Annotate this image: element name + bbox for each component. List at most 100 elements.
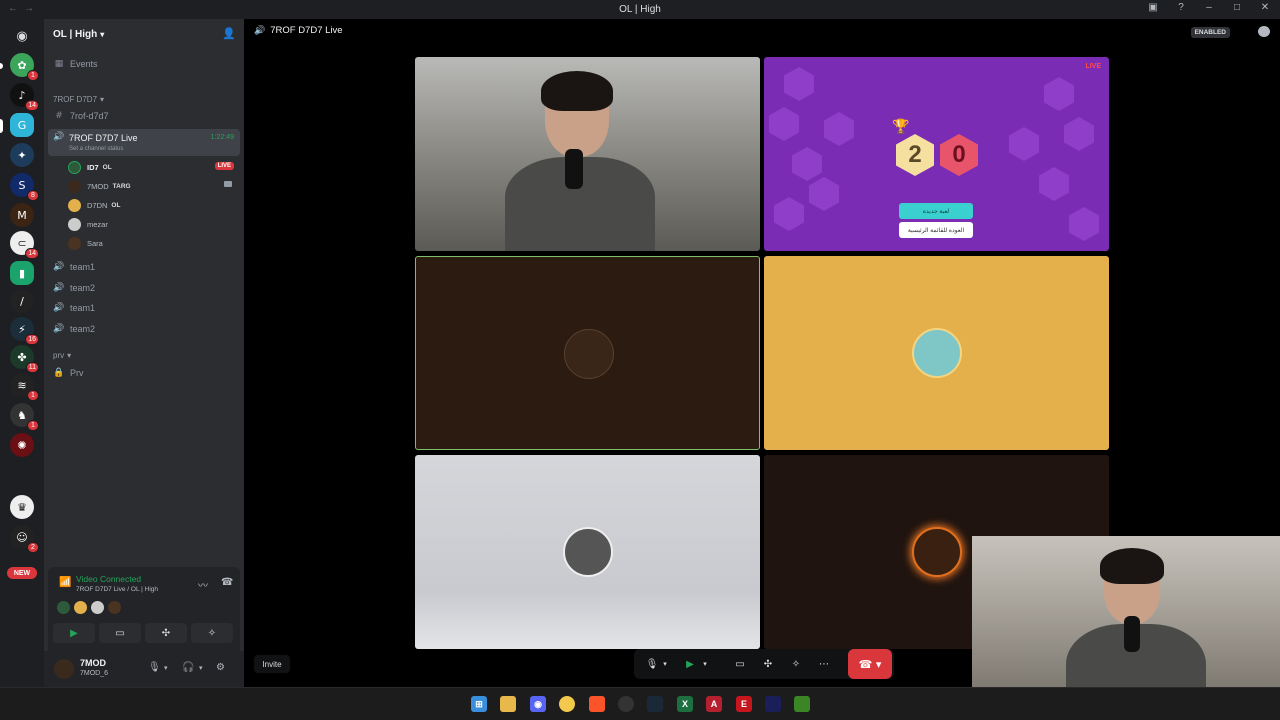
server-icon[interactable]: ✤ 11 [10,345,39,373]
server-icon[interactable]: ♛ [10,495,34,519]
file-explorer-icon[interactable] [500,696,516,712]
mention-badge: 11 [25,362,39,373]
minimize-icon[interactable]: – [1202,2,1216,13]
screenshare-icon[interactable]: ▭ [732,655,748,673]
avatar [68,236,81,250]
mention-badge: 1 [27,70,39,81]
brave-icon[interactable] [589,696,605,712]
avatar[interactable] [54,659,74,679]
more-options-icon[interactable]: ⋯ [816,655,832,673]
chevron-down-icon[interactable]: ▾ [700,655,710,673]
video-tile[interactable] [415,57,760,251]
text-channel[interactable]: #7rof-d7d7 [48,111,240,121]
app-icon[interactable] [559,696,575,712]
voice-user[interactable]: Sara [68,234,238,252]
category-header[interactable]: prv ▾ [53,351,245,360]
help-icon[interactable]: ? [1174,2,1188,13]
chat-icon[interactable] [1258,26,1270,37]
discord-home-icon[interactable]: ◉ [10,24,34,48]
close-icon[interactable]: ✕ [1258,2,1272,13]
disconnect-icon[interactable]: ☎ [221,577,233,588]
events-item[interactable]: ▦ Events [48,59,240,69]
server-icon[interactable]: ✦ [10,143,34,167]
start-icon[interactable]: ⊞ [471,696,487,712]
server-icon[interactable]: ⚡ 16 [10,317,39,345]
voice-user[interactable]: mezar [68,215,238,233]
server-icon[interactable]: ♪ 14 [10,83,39,111]
server-icon[interactable]: S8 [10,173,39,201]
video-tile[interactable] [415,455,760,649]
app-icon[interactable] [618,696,634,712]
server-icon[interactable]: ⊂ 14 [10,231,39,259]
excel-icon[interactable]: X [677,696,693,712]
microphone-icon[interactable]: 🎙 [644,655,660,673]
app-icon[interactable] [765,696,781,712]
screenshare-button[interactable]: ▭ [99,623,141,643]
voice-user[interactable]: 7MOD TARG [68,177,238,195]
server-icon[interactable]: ☺ 2 [10,525,39,553]
voice-channel[interactable]: 🔊 team2 [48,324,240,334]
discord-icon[interactable]: ◉ [530,696,546,712]
camera-icon[interactable]: ▶ [682,655,698,673]
server-header[interactable]: OL | High ▾ 👤 [44,19,244,49]
invite-button[interactable]: Invite [254,655,290,673]
video-tile[interactable] [764,256,1109,450]
server-name: OL | High [53,28,98,40]
user-tag: TARG [112,182,131,190]
chevron-down-icon[interactable]: ▾ [199,664,203,672]
headphones-icon[interactable]: 🎧 [182,662,194,673]
avatar [912,527,962,577]
connection-channel[interactable]: 7ROF D7D7 Live / OL | High [76,586,158,593]
server-icon[interactable]: M [10,203,34,227]
server-folder-icon[interactable]: ▮ [10,261,34,285]
voice-channel[interactable]: 🔊 team1 [48,303,240,313]
soundboard-button[interactable]: ✧ [191,623,233,643]
steam-icon[interactable] [647,696,663,712]
user-name: 7MOD [87,181,109,191]
chevron-down-icon[interactable]: ▾ [164,664,168,672]
mention-badge: 14 [25,100,39,111]
minecraft-icon[interactable] [794,696,810,712]
speaker-icon: 🔊 [254,26,266,36]
main-menu-button[interactable]: العودة للقائمة الرئيسية [899,222,973,238]
speaker-icon: 🔊 [53,132,65,142]
lock-icon: 🔒 [53,368,65,378]
voice-channel-active[interactable]: 🔊 7ROF D7D7 Live Set a channel status 1:… [48,129,240,156]
activities-button[interactable]: ✣ [145,623,187,643]
noise-suppression-icon[interactable]: 〰 [198,577,208,592]
voice-channel[interactable]: 🔊 team2 [48,283,240,293]
end-call-button[interactable]: ☎ ▾ [848,649,892,679]
settings-gear-icon[interactable]: ⚙ [216,662,225,673]
microphone-icon[interactable]: 🎙 [148,662,161,673]
channel-label: team1 [70,262,96,272]
avatar [563,527,613,577]
server-icon[interactable]: G [10,113,34,137]
activities-icon[interactable]: ✣ [760,655,776,673]
server-icon[interactable]: ✺ [10,433,34,457]
chevron-down-icon[interactable]: ▾ [660,655,670,673]
invite-people-icon[interactable]: 👤 [222,27,236,40]
camera-button[interactable]: ▶ [53,623,95,643]
voice-user[interactable]: D7DN OL [68,196,238,214]
app-icon[interactable]: A [706,696,722,712]
signal-icon[interactable]: 📶 [59,577,71,588]
category-header[interactable]: 7ROF D7D7 ▾ [53,95,245,104]
app-icon[interactable]: E [736,696,752,712]
stream-tile[interactable]: LIVE 🏆 2 0 لعبة جديدة العودة للقائمة الر… [764,57,1109,251]
voice-user[interactable]: ID7 OL LIVE [68,158,238,176]
channel-label: Prv [70,368,84,378]
maximize-icon[interactable]: □ [1230,2,1244,13]
server-icon[interactable]: ≋ 1 [10,373,39,401]
server-icon[interactable]: ♞ 1 [10,403,39,431]
private-channel[interactable]: 🔒 Prv [48,368,240,378]
enabled-badge[interactable]: ENABLED [1190,27,1230,38]
server-icon[interactable]: ✿ 1 [10,53,39,81]
stage-header: 🔊 7ROF D7D7 Live [254,25,343,36]
soundboard-icon[interactable]: ✧ [788,655,804,673]
new-game-button[interactable]: لعبة جديدة [899,203,973,219]
channel-status[interactable]: Set a channel status [69,146,123,152]
video-tile[interactable] [415,256,760,450]
server-icon[interactable]: / [10,289,34,313]
inbox-icon[interactable]: ▣ [1146,2,1160,13]
voice-channel[interactable]: 🔊 team1 [48,262,240,272]
